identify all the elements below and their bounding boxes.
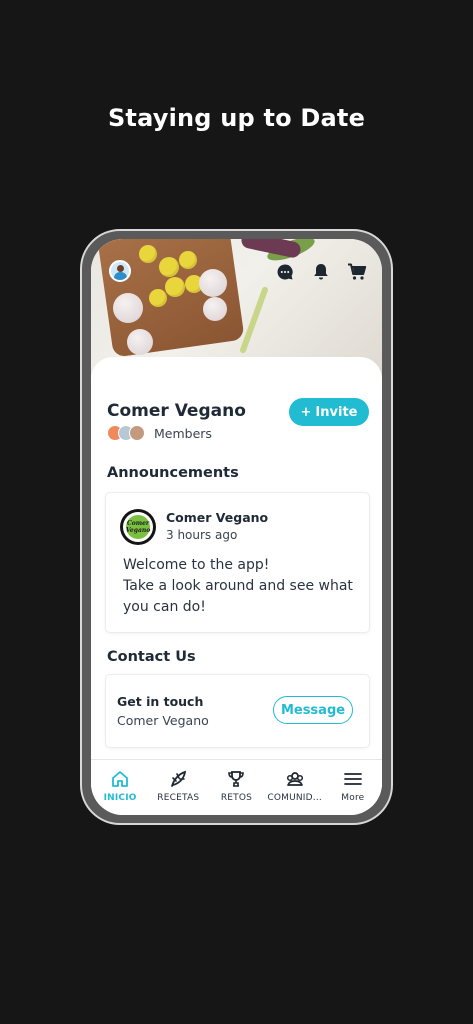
nav-item-inicio[interactable]: INICIO	[92, 768, 149, 815]
nav-item-recetas[interactable]: RECETAS	[150, 768, 207, 815]
trophy-icon	[225, 768, 247, 790]
nav-label: More	[341, 793, 365, 803]
menu-icon	[342, 768, 364, 790]
potato-illustration	[159, 257, 179, 277]
announcements-title: Announcements	[107, 465, 239, 481]
post-timestamp: 3 hours ago	[166, 528, 238, 542]
nav-item-retos[interactable]: RETOS	[208, 768, 265, 815]
app-screen: Comer Vegano Members + Invite Announceme…	[91, 239, 382, 815]
onion-illustration	[127, 329, 153, 355]
potato-illustration	[149, 289, 167, 307]
home-icon	[109, 768, 131, 790]
group-content: Comer Vegano Members + Invite Announceme…	[91, 357, 382, 807]
contact-card-title: Get in touch	[117, 694, 204, 709]
onion-illustration	[203, 297, 227, 321]
post-line: Take a look around and see what you can …	[123, 578, 353, 615]
potato-illustration	[139, 245, 157, 263]
bell-icon[interactable]	[310, 261, 332, 283]
bottom-navigation: INICIO RECETAS RETOS COMUNID... More	[91, 759, 382, 815]
members-row[interactable]: Members	[107, 425, 212, 441]
members-label: Members	[154, 425, 212, 441]
invite-label: Invite	[315, 404, 358, 420]
nav-label: INICIO	[103, 793, 137, 803]
post-body: Welcome to the app! Take a look around a…	[123, 555, 359, 618]
contact-card: Get in touch Comer Vegano Message	[106, 675, 369, 747]
chat-icon[interactable]	[274, 261, 296, 283]
member-avatar	[129, 425, 145, 441]
message-button[interactable]: Message	[273, 696, 353, 724]
leaf-icon	[167, 768, 189, 790]
post-line: Welcome to the app!	[123, 557, 270, 573]
nav-label: COMUNID...	[267, 793, 322, 803]
cart-icon[interactable]	[346, 261, 368, 283]
stalk-illustration	[239, 286, 269, 354]
contact-card-subtitle: Comer Vegano	[117, 713, 209, 728]
contact-title: Contact Us	[107, 649, 196, 665]
user-avatar-icon[interactable]	[109, 260, 131, 282]
post-author-avatar: Comer Vegano	[120, 509, 156, 545]
nav-label: RECETAS	[157, 793, 200, 803]
potato-illustration	[165, 277, 185, 297]
community-icon	[284, 768, 306, 790]
potato-illustration	[179, 251, 197, 269]
invite-button[interactable]: + Invite	[289, 398, 369, 426]
onion-illustration	[113, 293, 143, 323]
nav-label: RETOS	[220, 793, 253, 803]
post-author: Comer Vegano	[166, 510, 269, 525]
plus-icon: +	[300, 404, 312, 420]
group-name: Comer Vegano	[107, 401, 246, 421]
nav-item-more[interactable]: More	[324, 768, 381, 815]
onion-illustration	[199, 269, 227, 297]
comer-vegano-logo: Comer Vegano	[126, 515, 150, 539]
nav-item-comunidad[interactable]: COMUNID...	[266, 768, 323, 815]
announcement-card[interactable]: Comer Vegano Comer Vegano 3 hours ago We…	[106, 493, 369, 632]
headline: Staying up to Date	[107, 104, 366, 132]
phone-frame: Comer Vegano Members + Invite Announceme…	[80, 229, 393, 825]
